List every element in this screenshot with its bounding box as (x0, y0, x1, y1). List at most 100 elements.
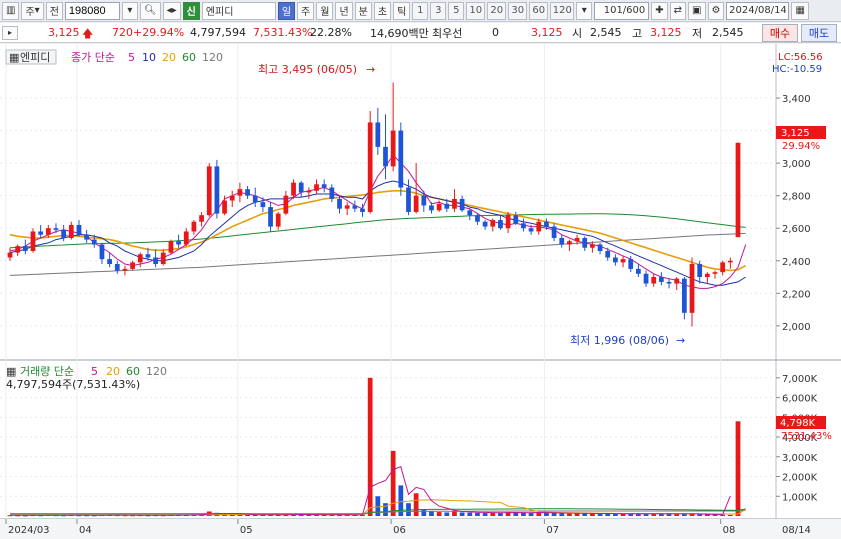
candle-body (613, 257, 618, 263)
date-field[interactable]: 2024/08/14 (726, 1, 790, 20)
volume-bar (429, 511, 434, 516)
crosshair-icon[interactable]: ✚ (651, 1, 668, 20)
low-value: 2,545 (712, 26, 744, 39)
open-label: 시 (572, 26, 583, 40)
candle-body (704, 273, 710, 278)
interval-3[interactable]: 3 (430, 1, 447, 20)
candle-body (383, 146, 388, 167)
legend-ma60: 60 (182, 51, 196, 64)
candle-body (183, 231, 189, 245)
stock-name-field[interactable]: 엔피디 (201, 1, 276, 20)
sell-button[interactable]: 매도 (801, 24, 837, 42)
volume-legend-label: 거래량 단순 (20, 365, 74, 378)
candle-body (283, 195, 289, 214)
candle-body (697, 264, 703, 278)
candle-body (145, 254, 151, 258)
candle-body (298, 182, 304, 193)
candle-body (38, 231, 44, 235)
date-tick-label: 2024/03 (8, 525, 50, 536)
candle-body (229, 195, 235, 201)
low-label: 저 (692, 26, 703, 40)
date-tick-label: 05 (240, 525, 253, 536)
date-tick-label: 06 (393, 525, 406, 536)
candle-body (168, 241, 174, 253)
candle-body (727, 260, 733, 263)
candle-body (521, 223, 526, 229)
candle-body (84, 234, 90, 240)
dropdown-arrow-icon[interactable]: ▾ (121, 1, 138, 20)
current-price: 3,125 (48, 26, 80, 39)
buy-button[interactable]: 매수 (762, 24, 798, 42)
interval-10[interactable]: 10 (466, 1, 486, 20)
volume-bar (413, 493, 419, 516)
volume-tick-label: 7,000K (782, 374, 818, 385)
candle-body (390, 130, 396, 167)
interval-30[interactable]: 30 (508, 1, 528, 20)
candle-body (314, 184, 319, 191)
candle-body (160, 252, 166, 265)
volume-bar (375, 496, 381, 516)
volume-tick-label: 1,000K (782, 492, 818, 503)
candle-body (567, 241, 572, 245)
volume-bar (620, 514, 626, 516)
candle-body (367, 122, 373, 212)
candle-body (658, 277, 664, 282)
change-percent: +29.94% (133, 26, 185, 39)
candle-body (321, 184, 327, 188)
high-arrow-icon: → (366, 63, 375, 76)
candle-body (7, 252, 13, 258)
dropdown-arrow-icon-2[interactable]: ▾ (576, 1, 593, 20)
volume-bar (727, 514, 733, 516)
data-count-field[interactable]: 101/600 (594, 1, 650, 20)
lc-value: LC:56.56 (778, 52, 823, 63)
period-type-dropdown[interactable]: 주 ▾ (21, 1, 44, 20)
search-icon[interactable]: 🔍︎ (139, 1, 161, 20)
candle-body (30, 231, 36, 251)
candle-body (107, 259, 112, 265)
low-annotation: 최저 1,996 (08/06) (570, 334, 669, 347)
volume-value: 4,797,594 (190, 26, 246, 39)
tab-week[interactable]: 주 (297, 1, 315, 20)
price-tick-label: 3,000 (782, 159, 811, 170)
tab-minute[interactable]: 분 (354, 1, 372, 20)
settings-icon[interactable]: ⚙ (707, 1, 725, 20)
speaker-icon[interactable]: ◂▸ (162, 1, 181, 20)
price-tick-label: 2,600 (782, 224, 811, 235)
turnover-rate: 22.28% (310, 26, 352, 39)
volume-bar (528, 513, 534, 516)
stock-chart[interactable]: 2,0002,2002,4002,6002,8003,0003,2003,400… (0, 44, 841, 539)
interval-60[interactable]: 60 (529, 1, 549, 20)
tab-day[interactable]: 일 (277, 1, 296, 20)
interval-5[interactable]: 5 (448, 1, 465, 20)
candle-body (582, 237, 588, 248)
market-filter-button[interactable]: 전 (45, 1, 63, 20)
change-amount: 720 (112, 26, 133, 39)
interval-1[interactable]: 1 (412, 1, 429, 20)
candle-body (590, 244, 595, 248)
new-listing-badge: 신 (182, 1, 200, 20)
current-volume-text: 4,798K (780, 418, 816, 429)
date-tick-label: 07 (546, 525, 559, 536)
candle-body (337, 198, 342, 209)
tab-month[interactable]: 월 (316, 1, 334, 20)
candle-body (528, 228, 534, 232)
save-icon[interactable]: ▣ (688, 1, 706, 20)
compare-icon[interactable]: ⇄ (669, 1, 687, 20)
candle-body (306, 190, 312, 193)
chart-type-icon[interactable]: ▥ (2, 1, 20, 20)
hc-value: HC:-10.59 (772, 64, 822, 75)
tab-year[interactable]: 년 (335, 1, 353, 20)
volume-bar (651, 514, 657, 516)
tab-tick[interactable]: 틱 (393, 1, 411, 20)
candle-body (544, 221, 549, 227)
date-tick-label: 04 (79, 525, 92, 536)
calendar-icon[interactable]: ▦ (791, 1, 809, 20)
candle-body (291, 182, 296, 196)
volume-bar (498, 513, 503, 516)
interval-120[interactable]: 120 (550, 1, 575, 20)
stock-code-input[interactable] (64, 1, 120, 20)
price-tick-label: 3,400 (782, 94, 811, 105)
interval-20[interactable]: 20 (487, 1, 507, 20)
expand-icon[interactable]: ▸ (2, 25, 18, 40)
tab-second[interactable]: 초 (373, 1, 392, 20)
